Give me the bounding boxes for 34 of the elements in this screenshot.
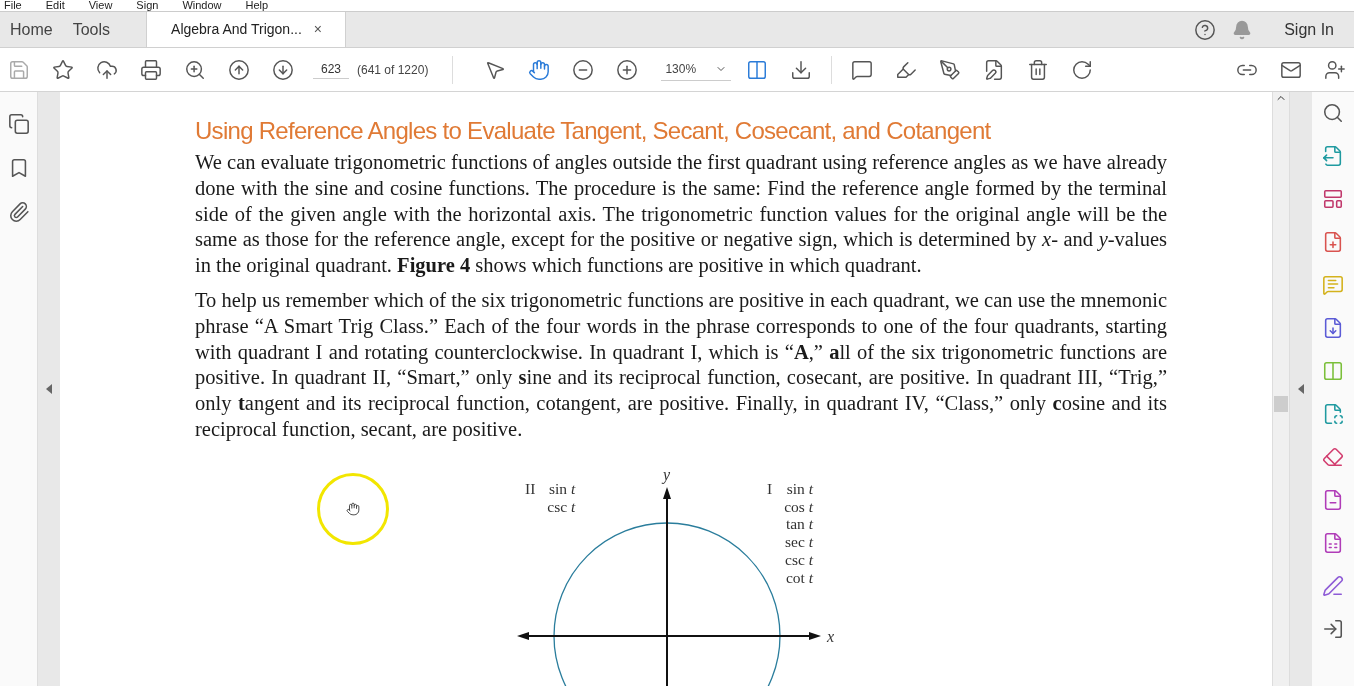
collapse-left-icon[interactable] (46, 384, 52, 394)
menu-item[interactable]: Help (245, 0, 269, 11)
y-axis-label: y (663, 464, 671, 486)
document-tab[interactable]: Algebra And Trigon... × (146, 12, 347, 47)
menu-item[interactable]: View (88, 0, 113, 11)
help-icon[interactable] (1194, 18, 1217, 41)
section-heading: Using Reference Angles to Evaluate Tangent, Secant, Cosecant, and Cotangent (195, 116, 992, 146)
page-count: (641 of 1220) (357, 61, 429, 79)
page-number-field[interactable]: 623 (313, 60, 349, 79)
body-paragraph: To help us remember which of the six trigonometric functions are positive in each quadrant, we can use the mnemonic phrase “A Smart Trig Class.” Each of the four words in the phrase corresponds to one of the four quadrants, starting with quadrant I and rotating counterclockwise. In quadrant I, which is “A,” all of the six trigonometric functions are positive. In quadrant II, “Smart,” only sine and its reciprocal function, cosecant, are positive. In quadrant III, “Trig,” only tangent and its reciprocal function, cotangent, are positive. Finally, in quadrant IV, “Class,” only cosine and its reciprocal function, secant, are positive. (195, 288, 1167, 443)
scroll-thumb[interactable] (1274, 396, 1288, 412)
function-label: cos t (784, 497, 814, 516)
nav-tab[interactable]: Tools (62, 12, 121, 47)
collapse-right-icon[interactable] (1298, 384, 1304, 394)
nav-tab[interactable]: Home (0, 12, 63, 47)
x-axis-label: x (827, 626, 835, 647)
function-label: csc t (785, 550, 814, 569)
menu-item[interactable]: File (4, 0, 22, 11)
quadrant-numeral: II (525, 479, 536, 499)
body-paragraph: We can evaluate trigonometric functions of angles outside the first quadrant using reference angles as we have already done with the sine and cosine functions. The procedure is the same: Find the reference angle formed by the terminal side of the given angle with the horizontal axis. The trigonometric function values for the original angle will be the same as those for the reference angle, except for the positive or negative sign, which is determined by x- and y-values in the original quadrant. Figure 4 shows which functions are positive in which quadrant. (195, 150, 1167, 279)
hand-cursor-icon (346, 502, 360, 516)
close-tab-button[interactable]: × (313, 19, 322, 40)
menu-item[interactable]: Sign (136, 0, 159, 11)
function-label: sec t (785, 533, 814, 551)
function-label: sin t (786, 479, 814, 498)
function-label: tan t (785, 515, 814, 534)
menu-item[interactable]: Edit (45, 0, 65, 11)
function-label: sin t (549, 479, 576, 498)
zoom-dropdown[interactable]: 130% (661, 58, 732, 81)
function-label: csc t (547, 497, 576, 516)
sign-in-button[interactable]: Sign In (1284, 17, 1334, 42)
quadrant-numeral: I (767, 479, 773, 499)
menu-item[interactable]: Window (182, 0, 222, 11)
function-label: cot t (785, 568, 814, 587)
